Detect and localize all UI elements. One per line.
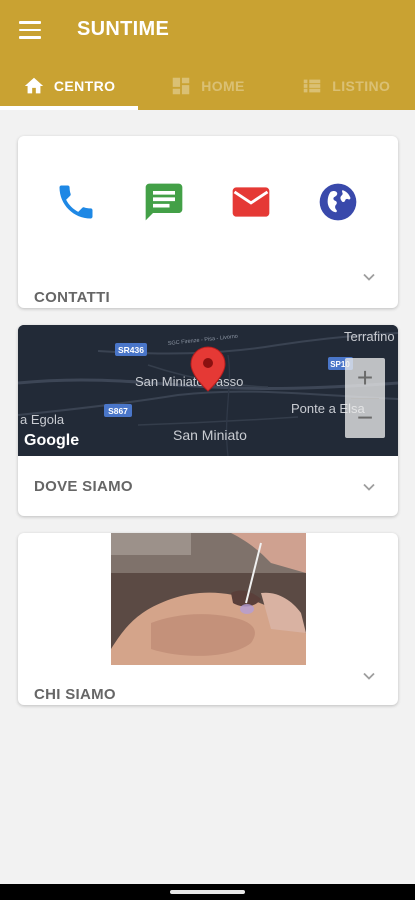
card-title-chi-siamo: CHI SIAMO (34, 686, 116, 703)
map-canvas: SR436 S867 SP10 SGC Firenze - Pisa - Liv… (18, 325, 398, 457)
tab-label: HOME (201, 78, 245, 94)
road-label: S867 (108, 406, 128, 416)
message-icon[interactable] (142, 180, 186, 224)
google-logo: Google (24, 432, 79, 449)
home-icon (24, 77, 44, 94)
tab-centro[interactable]: CENTRO (0, 62, 139, 110)
dashboard-icon (172, 77, 190, 95)
app-bar: SUNTIME CENTRO HOME LISTINO (0, 0, 415, 110)
hamburger-menu-icon[interactable] (19, 21, 41, 39)
system-navigation-bar (0, 884, 415, 900)
road-label: SR436 (118, 345, 144, 355)
list-icon (304, 79, 321, 93)
chevron-down-icon[interactable] (362, 669, 376, 683)
tab-listino[interactable]: LISTINO (277, 62, 415, 110)
place-label: a Egola (20, 412, 65, 427)
tab-home[interactable]: HOME (138, 62, 276, 110)
place-label: San Miniato (173, 427, 247, 443)
chevron-down-icon[interactable] (362, 480, 376, 494)
tab-bar: CENTRO HOME LISTINO (0, 62, 415, 110)
home-gesture-handle[interactable] (170, 890, 245, 894)
phone-icon[interactable] (54, 180, 98, 224)
zoom-out-button[interactable]: − (345, 398, 385, 438)
app-title: SUNTIME (77, 18, 170, 40)
card-title-dove-siamo: DOVE SIAMO (34, 478, 133, 495)
zoom-controls: + − (345, 358, 385, 438)
zoom-in-button[interactable]: + (345, 358, 385, 398)
place-label: San Miniato Basso (135, 374, 243, 389)
chevron-down-icon[interactable] (362, 270, 376, 284)
about-card: CHI SIAMO (18, 533, 398, 705)
map-view[interactable]: SR436 S867 SP10 SGC Firenze - Pisa - Liv… (18, 325, 398, 457)
contacts-card: CONTATTI (18, 136, 398, 308)
globe-icon[interactable] (316, 180, 360, 224)
tab-label: CENTRO (53, 78, 116, 94)
active-tab-indicator (0, 106, 139, 110)
email-icon[interactable] (229, 180, 273, 224)
card-title-contatti: CONTATTI (34, 289, 110, 306)
place-label: Terrafino (344, 329, 395, 344)
about-photo (111, 533, 306, 665)
tab-label: LISTINO (332, 78, 391, 94)
location-card: SR436 S867 SP10 SGC Firenze - Pisa - Liv… (18, 325, 398, 516)
